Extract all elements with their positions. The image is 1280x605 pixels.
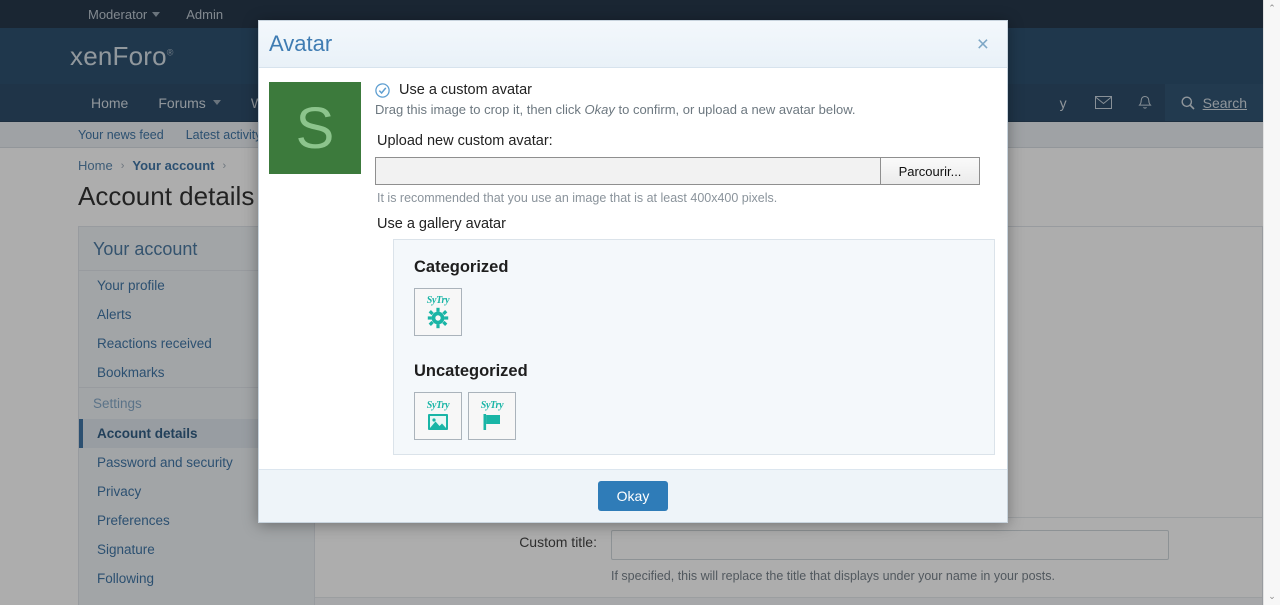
use-custom-avatar-option[interactable]: Use a custom avatar <box>375 82 993 98</box>
gallery-category-title: Categorized <box>414 258 974 277</box>
scroll-down-icon[interactable]: ⌄ <box>1264 588 1280 605</box>
dialog-header: Avatar × <box>259 21 1007 68</box>
gallery-avatar-gear[interactable]: SyTry <box>414 288 462 336</box>
scroll-up-icon[interactable]: ⌃ <box>1264 0 1280 17</box>
desc-after: to confirm, or upload a new avatar below… <box>615 102 856 117</box>
dialog-title: Avatar <box>269 31 332 57</box>
avatar-crop-preview[interactable]: S <box>269 82 361 174</box>
close-icon[interactable]: × <box>977 34 989 55</box>
gallery-row-categorized: SyTry <box>414 288 974 336</box>
gallery-category-title: Uncategorized <box>414 362 974 381</box>
image-icon <box>427 412 449 432</box>
desc-before: Drag this image to crop it, then click <box>375 102 585 117</box>
avatar-dialog: Avatar × S Use a custom avatar Drag this… <box>258 20 1008 523</box>
desc-emphasis: Okay <box>585 102 615 117</box>
browser-scrollbar[interactable]: ⌃ ⌄ <box>1263 0 1280 605</box>
screen: Moderator Admin xenForo® Home Forums Wh … <box>0 0 1280 605</box>
avatar-letter: S <box>296 95 335 162</box>
dialog-body-right: Use a custom avatar Drag this image to c… <box>375 82 993 239</box>
browse-button[interactable]: Parcourir... <box>880 157 980 185</box>
check-circle-icon <box>375 83 390 98</box>
dialog-body: S Use a custom avatar Drag this image to… <box>259 68 1007 239</box>
gallery-avatar-word: SyTry <box>481 400 504 411</box>
gallery-avatar-word: SyTry <box>427 295 450 306</box>
gallery-avatar-image[interactable]: SyTry <box>414 392 462 440</box>
upload-label: Upload new custom avatar: <box>377 133 993 149</box>
okay-button[interactable]: Okay <box>598 481 669 511</box>
file-upload-row: Parcourir... <box>375 157 980 185</box>
gallery-avatar-flag[interactable]: SyTry <box>468 392 516 440</box>
upload-hint: It is recommended that you use an image … <box>377 191 993 205</box>
file-path-input[interactable] <box>375 157 880 185</box>
gallery-row-uncategorized: SyTry SyTry <box>414 392 974 440</box>
gallery-avatar-word: SyTry <box>427 400 450 411</box>
gallery-label: Use a gallery avatar <box>377 216 993 232</box>
use-custom-avatar-description: Drag this image to crop it, then click O… <box>375 102 993 117</box>
use-custom-avatar-label: Use a custom avatar <box>399 82 532 98</box>
gallery-panel[interactable]: Categorized SyTry Uncateg <box>393 239 995 455</box>
gear-icon <box>427 307 449 329</box>
flag-icon <box>481 412 503 432</box>
dialog-footer: Okay <box>259 469 1007 522</box>
